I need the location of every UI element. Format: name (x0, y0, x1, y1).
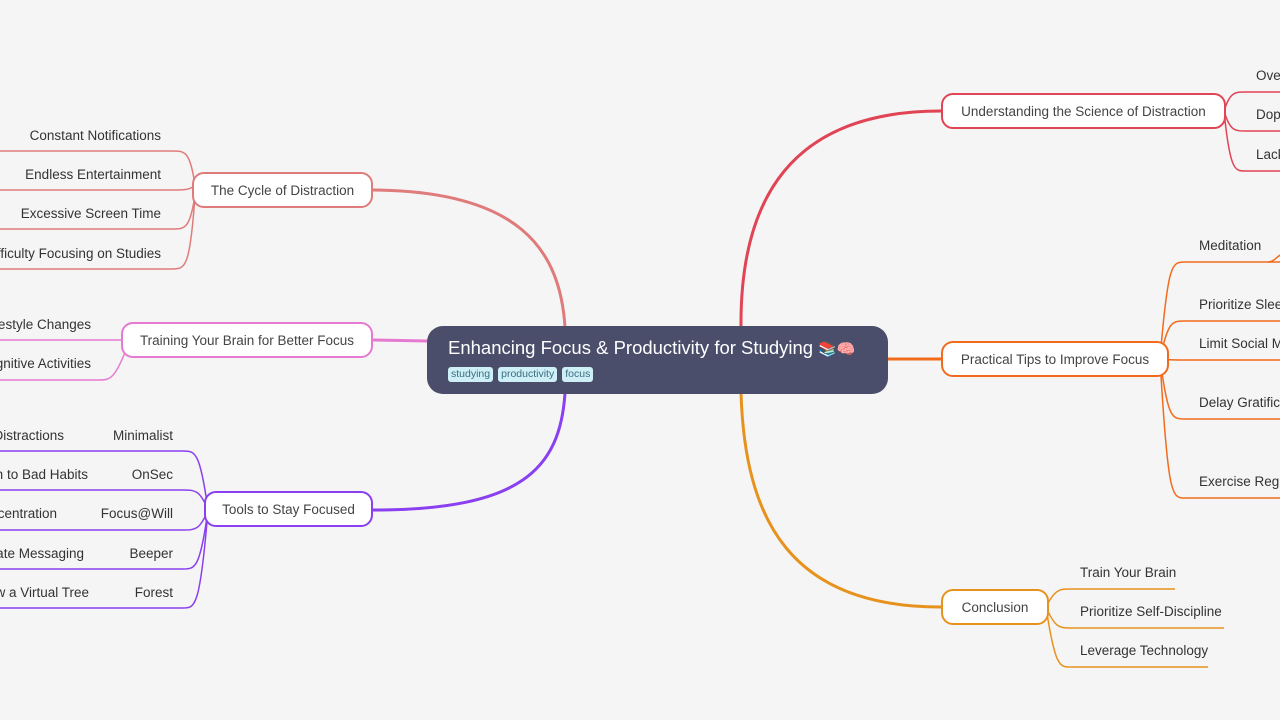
tool-detail[interactable]: Reduce Distractions (0, 427, 64, 445)
tool-detail[interactable]: Boost Concentration (0, 505, 57, 523)
tool-detail[interactable]: Grow a Virtual Tree (0, 584, 89, 602)
leaf-prioritize-sleep[interactable]: Prioritize Sleep (1199, 296, 1280, 314)
connector-root-science (739, 109, 942, 328)
branch-label: Conclusion (961, 599, 1029, 615)
branch-label: Training Your Brain for Better Focus (139, 332, 355, 348)
leaf-exercise-regularly[interactable]: Exercise Regularly (1199, 473, 1280, 491)
leaf-leverage-technology[interactable]: Leverage Technology (1080, 642, 1208, 660)
tool-minimalist[interactable]: Minimalist (113, 427, 173, 445)
branch-cycle-of-distraction[interactable]: The Cycle of Distraction (192, 172, 373, 208)
branch-conclusion[interactable]: Conclusion (941, 589, 1049, 625)
branch-training-your-brain[interactable]: Training Your Brain for Better Focus (121, 322, 373, 358)
branch-science-of-distraction[interactable]: Understanding the Science of Distraction (941, 93, 1226, 129)
leaf-limit-social-media[interactable]: Limit Social Media (1199, 335, 1280, 353)
connector-leaf (0, 184, 196, 191)
leaf-prioritize-self-discipline[interactable]: Prioritize Self-Discipline (1080, 603, 1222, 621)
leaf-dopamine[interactable]: Dopamine (1256, 106, 1280, 124)
branch-label: Understanding the Science of Distraction (961, 103, 1206, 119)
leaf-lifestyle-changes[interactable]: Lifestyle Changes (0, 316, 91, 334)
leaf-cognitive-activities[interactable]: Cognitive Activities (0, 355, 91, 373)
leaf-lack-of-focus[interactable]: Lack of Focus (1256, 146, 1280, 164)
tag[interactable]: focus (562, 367, 594, 382)
connector-leaf (1159, 358, 1280, 361)
branch-tools-to-stay-focused[interactable]: Tools to Stay Focused (204, 491, 373, 527)
leaf-excessive-screen-time[interactable]: Excessive Screen Time (21, 205, 161, 223)
books-brain-emoji-icon: 📚🧠 (818, 340, 856, 358)
leaf-meditation[interactable]: Meditation (1199, 237, 1261, 255)
tag[interactable]: studying (448, 367, 494, 382)
branch-label: Practical Tips to Improve Focus (960, 351, 1150, 367)
leaf-delay-gratification[interactable]: Delay Gratification (1199, 394, 1280, 412)
root-title: Enhancing Focus & Productivity for Study… (448, 337, 814, 358)
leaf-endless-entertainment[interactable]: Endless Entertainment (25, 166, 161, 184)
tag-list: studying productivity focus (448, 367, 888, 382)
connector-root-training (372, 338, 428, 343)
tag[interactable]: productivity (498, 367, 558, 382)
leaf-overstimulation[interactable]: Overstimulation (1256, 67, 1280, 85)
tool-beeper[interactable]: Beeper (129, 545, 173, 563)
mindmap-canvas[interactable]: Enhancing Focus & Productivity for Study… (0, 0, 1280, 720)
tool-detail[interactable]: Consolidate Messaging (0, 545, 84, 563)
connector-root-cycle (372, 188, 567, 328)
connector-root-conclusion (739, 392, 942, 609)
tool-onsec[interactable]: OnSec (132, 466, 173, 484)
leaf-constant-notifications[interactable]: Constant Notifications (30, 127, 161, 145)
tool-detail[interactable]: Lock Down to Bad Habits (0, 466, 88, 484)
branch-label: The Cycle of Distraction (210, 182, 355, 198)
connector-root-tools (372, 392, 567, 512)
connector-leaf (1267, 254, 1280, 263)
branch-practical-tips[interactable]: Practical Tips to Improve Focus (941, 341, 1169, 377)
tool-forest[interactable]: Forest (135, 584, 173, 602)
root-node[interactable]: Enhancing Focus & Productivity for Study… (427, 326, 888, 394)
tool-focus-at-will[interactable]: Focus@Will (101, 505, 173, 523)
branch-label: Tools to Stay Focused (222, 501, 355, 517)
leaf-train-your-brain[interactable]: Train Your Brain (1080, 564, 1176, 582)
leaf-difficulty-focusing[interactable]: Difficulty Focusing on Studies (0, 245, 161, 263)
